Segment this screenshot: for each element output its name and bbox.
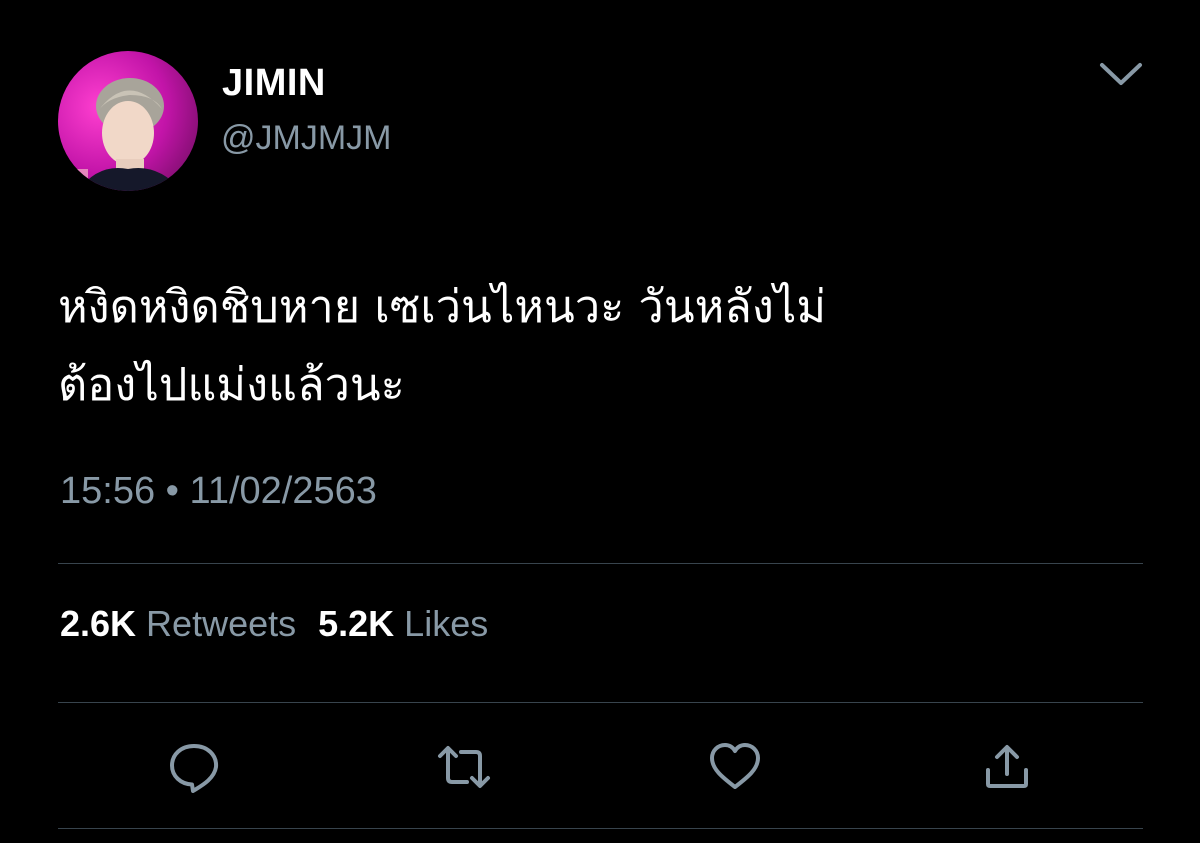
tweet-text: หงิดหงิดชิบหาย เซเว่นไหนวะ วันหลังไม่ ต้… bbox=[58, 268, 1138, 424]
retweets-label: Retweets bbox=[146, 603, 297, 644]
chevron-down-icon[interactable] bbox=[1098, 60, 1144, 88]
likes-stat[interactable]: 5.2K Likes bbox=[318, 603, 488, 645]
user-handle[interactable]: @JMJMJM bbox=[221, 119, 391, 158]
likes-count: 5.2K bbox=[318, 603, 395, 644]
tweet-date: 11/02/2563 bbox=[189, 470, 377, 512]
reply-icon[interactable] bbox=[167, 740, 221, 794]
meta-separator: • bbox=[165, 470, 179, 512]
share-icon[interactable] bbox=[980, 740, 1034, 794]
retweet-icon[interactable] bbox=[437, 740, 491, 794]
tweet-card: JIMIN @JMJMJM หงิดหงิดชิบหาย เซเว่นไหนวะ… bbox=[0, 0, 1200, 843]
tweet-timestamp[interactable]: 15:56 • 11/02/2563 bbox=[60, 470, 377, 513]
divider bbox=[58, 828, 1143, 829]
avatar[interactable] bbox=[58, 51, 198, 191]
retweets-count: 2.6K bbox=[60, 603, 137, 644]
heart-icon[interactable] bbox=[708, 740, 762, 794]
divider bbox=[58, 563, 1143, 564]
likes-label: Likes bbox=[404, 603, 489, 644]
divider bbox=[58, 702, 1143, 703]
tweet-text-line-1: หงิดหงิดชิบหาย เซเว่นไหนวะ วันหลังไม่ bbox=[58, 280, 827, 333]
tweet-text-line-2: ต้องไปแม่งแล้วนะ bbox=[58, 358, 405, 411]
display-name[interactable]: JIMIN bbox=[222, 62, 326, 105]
retweets-stat[interactable]: 2.6K Retweets bbox=[60, 603, 296, 645]
engagement-stats: 2.6K Retweets 5.2K Likes bbox=[60, 603, 510, 645]
tweet-time: 15:56 bbox=[60, 470, 156, 512]
